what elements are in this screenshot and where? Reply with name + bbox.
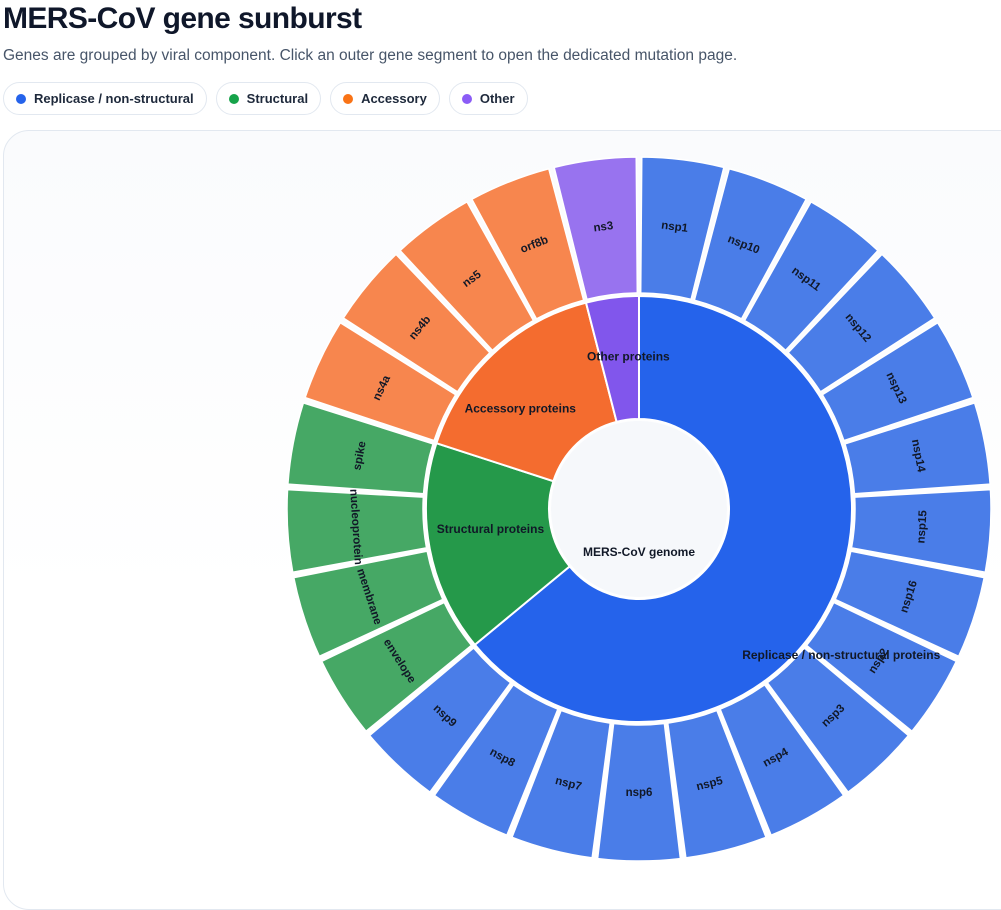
group-label-other-proteins: Other proteins bbox=[587, 350, 670, 364]
page-subtitle: Genes are grouped by viral component. Cl… bbox=[3, 47, 738, 64]
legend-item-accessory[interactable]: Accessory bbox=[330, 82, 440, 115]
group-label-structural-proteins: Structural proteins bbox=[437, 522, 545, 536]
gene-label-nsp6: nsp6 bbox=[626, 787, 653, 799]
group-label-accessory-proteins: Accessory proteins bbox=[465, 402, 577, 416]
legend-label-other: Other bbox=[479, 91, 515, 106]
page-title: MERS-CoV gene sunburst bbox=[3, 2, 362, 35]
legend: Replicase / non-structural Structural Ac… bbox=[3, 82, 528, 115]
legend-swatch-accessory bbox=[343, 93, 354, 104]
sunburst-chart: nsp1nsp10nsp11nsp12nsp13nsp14nsp15nsp16n… bbox=[286, 156, 992, 862]
legend-swatch-other bbox=[461, 93, 472, 104]
legend-swatch-structural bbox=[228, 93, 239, 104]
gene-label-ns3: ns3 bbox=[593, 220, 614, 234]
legend-item-other[interactable]: Other bbox=[448, 82, 528, 115]
group-label-replicase-non-structural-proteins: Replicase / non-structural proteins bbox=[742, 648, 940, 662]
center-disc bbox=[551, 421, 727, 597]
legend-label-structural: Structural bbox=[246, 91, 309, 106]
root-label: MERS-CoV genome bbox=[583, 545, 695, 559]
legend-swatch-replicase bbox=[16, 93, 26, 104]
legend-label-accessory: Accessory bbox=[361, 91, 427, 106]
gene-label-nsp15: nsp15 bbox=[915, 509, 929, 544]
legend-item-replicase[interactable]: Replicase / non-structural bbox=[3, 82, 207, 115]
legend-label-replicase: Replicase / non-structural bbox=[34, 91, 194, 106]
legend-item-structural[interactable]: Structural bbox=[215, 82, 322, 115]
chart-panel: nsp1 nsp10 nsp11 nsp12 nsp13 nsp14 nsp15 nsp16 n… bbox=[3, 130, 1001, 910]
